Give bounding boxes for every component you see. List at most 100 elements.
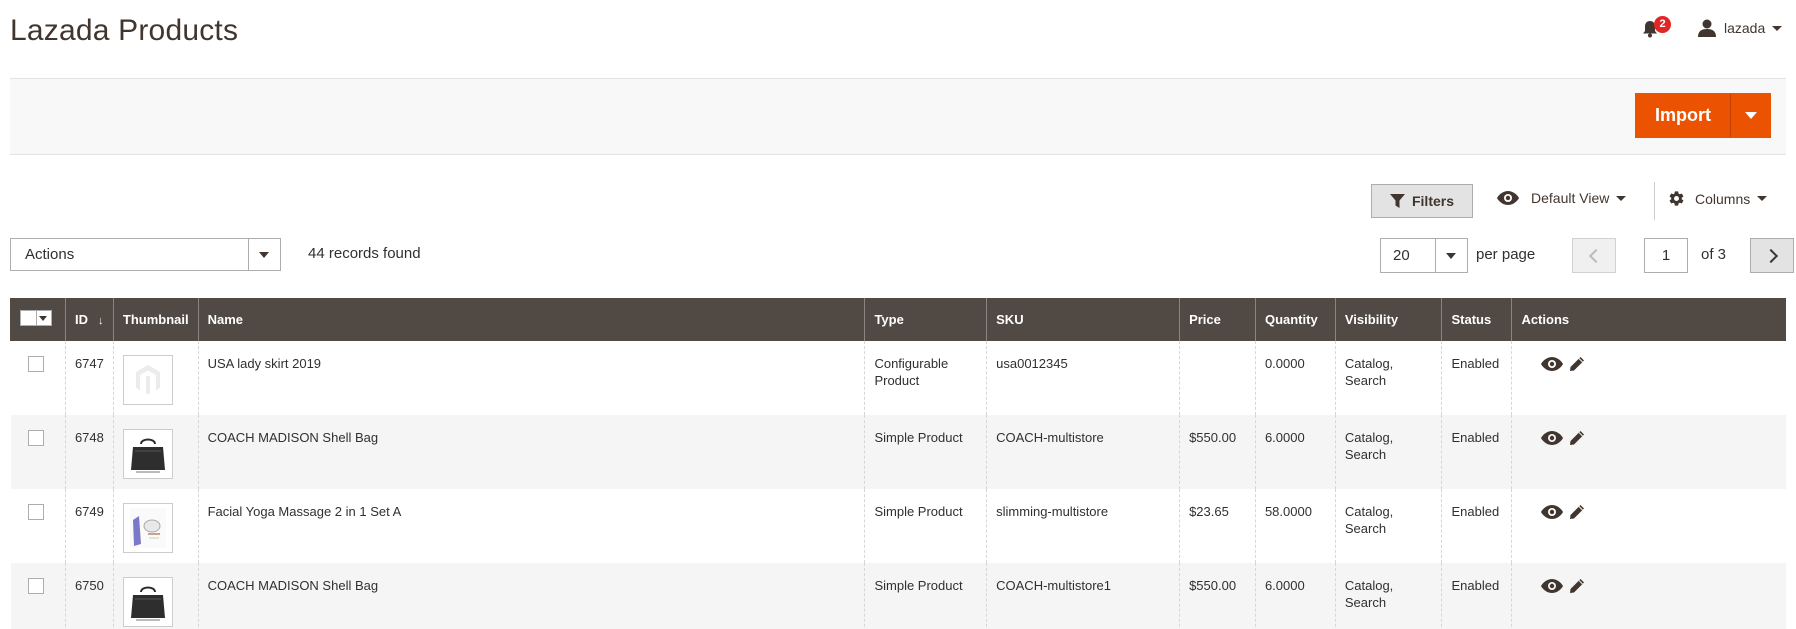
chevron-down-icon[interactable]: [248, 239, 280, 270]
pencil-icon[interactable]: [1569, 578, 1585, 594]
pencil-icon[interactable]: [1569, 430, 1585, 446]
columns-selector[interactable]: Columns: [1668, 190, 1768, 207]
bag-image-icon: [130, 586, 165, 621]
per-page-label: per page: [1476, 246, 1536, 263]
view-selector[interactable]: Default View: [1497, 190, 1627, 206]
column-header-type[interactable]: Type: [864, 298, 987, 341]
import-split-button[interactable]: Import: [1635, 93, 1771, 138]
massage-set-image-icon: [129, 508, 166, 548]
cell-price: $550.00: [1179, 563, 1256, 629]
current-page-input[interactable]: [1644, 238, 1688, 273]
cell-name: COACH MADISON Shell Bag: [197, 415, 865, 489]
row-select-cell: [10, 341, 66, 415]
placeholder-logo-icon: [135, 365, 160, 395]
pencil-icon[interactable]: [1569, 356, 1585, 372]
total-pages: of 3: [1701, 246, 1727, 263]
cell-visibility: Catalog, Search: [1334, 341, 1442, 415]
product-thumbnail[interactable]: [122, 503, 173, 553]
row-select-cell: [10, 489, 66, 563]
eye-icon[interactable]: [1541, 357, 1564, 371]
import-dropdown-toggle[interactable]: [1730, 94, 1770, 137]
grid-actions-toolbar: Actions 44 records found 20 per page of …: [10, 238, 1794, 274]
cell-id: 6749: [64, 489, 114, 563]
column-header-name[interactable]: Name: [197, 298, 865, 341]
table-row[interactable]: 6749 Facial Yoga Massage 2 in 1 Set A Si…: [10, 489, 1786, 563]
user-name: lazada: [1724, 20, 1766, 36]
select-all-checkbox[interactable]: [20, 310, 52, 326]
column-header-actions: Actions: [1511, 298, 1786, 341]
cell-actions: [1511, 341, 1786, 415]
eye-icon[interactable]: [1541, 579, 1564, 593]
cell-sku: slimming-multistore: [986, 489, 1180, 563]
notifications-button[interactable]: 2: [1638, 14, 1671, 44]
chevron-down-icon: [1616, 195, 1627, 201]
columns-label: Columns: [1695, 190, 1751, 207]
cell-name: Facial Yoga Massage 2 in 1 Set A: [197, 489, 865, 563]
cell-id: 6750: [64, 563, 114, 629]
eye-icon: [1497, 191, 1519, 205]
eye-icon[interactable]: [1541, 431, 1564, 445]
row-select-cell: [10, 415, 66, 489]
row-checkbox[interactable]: [27, 356, 44, 372]
column-header-status[interactable]: Status: [1441, 298, 1512, 341]
mass-actions-select[interactable]: Actions: [10, 238, 281, 271]
cell-sku: COACH-multistore1: [986, 563, 1180, 629]
chevron-down-icon[interactable]: [1435, 239, 1467, 272]
chevron-down-icon: [1757, 196, 1768, 201]
row-select-cell: [10, 563, 66, 629]
cell-visibility: Catalog, Search: [1334, 415, 1442, 489]
cell-thumbnail: [112, 489, 199, 563]
column-header-sku[interactable]: SKU: [986, 298, 1180, 341]
row-checkbox[interactable]: [27, 578, 44, 594]
filters-label: Filters: [1411, 193, 1454, 209]
cell-actions: [1511, 489, 1786, 563]
page-title: Lazada Products: [10, 14, 239, 47]
cell-quantity: 0.0000: [1254, 341, 1336, 415]
cell-type: Simple Product: [864, 415, 987, 489]
product-thumbnail[interactable]: [122, 577, 173, 627]
notifications-badge: 2: [1654, 16, 1671, 33]
pencil-icon[interactable]: [1569, 504, 1585, 520]
cell-thumbnail: [112, 341, 199, 415]
next-page-button[interactable]: [1750, 238, 1794, 273]
column-header-price[interactable]: Price: [1179, 298, 1256, 341]
cell-sku: COACH-multistore: [986, 415, 1180, 489]
funnel-icon: [1389, 194, 1405, 208]
cell-quantity: 6.0000: [1254, 415, 1336, 489]
page-actions-bar: Import: [10, 78, 1786, 155]
cell-type: Configurable Product: [864, 341, 987, 415]
previous-page-button[interactable]: [1572, 238, 1616, 273]
user-menu[interactable]: lazada: [1698, 16, 1783, 40]
per-page-select[interactable]: 20: [1380, 238, 1468, 273]
product-thumbnail[interactable]: [122, 429, 173, 479]
cell-name: USA lady skirt 2019: [197, 341, 865, 415]
table-row[interactable]: 6747 USA lady skirt 2019 Configurable Pr…: [10, 341, 1786, 415]
cell-type: Simple Product: [864, 489, 987, 563]
cell-visibility: Catalog, Search: [1334, 563, 1442, 629]
select-all-header[interactable]: [10, 298, 66, 341]
sort-arrow-icon: ↓: [97, 315, 104, 327]
page-header: Lazada Products 2 lazada: [10, 0, 1786, 78]
grid-toolbar: Filters Default View Columns: [10, 182, 1786, 220]
table-row[interactable]: 6748 COACH MADISON Shell Bag Simple Prod…: [10, 415, 1786, 489]
cell-quantity: 58.0000: [1254, 489, 1336, 563]
cell-price: $550.00: [1179, 415, 1256, 489]
column-header-quantity[interactable]: Quantity: [1254, 298, 1336, 341]
column-header-id[interactable]: ID ↓: [64, 298, 114, 341]
product-thumbnail[interactable]: [122, 355, 173, 405]
column-header-visibility[interactable]: Visibility: [1334, 298, 1442, 341]
gear-icon: [1669, 191, 1684, 206]
row-checkbox[interactable]: [27, 430, 44, 446]
column-header-thumbnail: Thumbnail: [112, 298, 199, 341]
table-row[interactable]: 6750 COACH MADISON Shell Bag Simple Prod…: [10, 563, 1786, 629]
cell-thumbnail: [112, 563, 199, 629]
cell-quantity: 6.0000: [1254, 563, 1336, 629]
cell-price: [1179, 341, 1256, 415]
import-button[interactable]: Import: [1636, 94, 1730, 137]
eye-icon[interactable]: [1541, 505, 1564, 519]
cell-type: Simple Product: [864, 563, 987, 629]
filters-button[interactable]: Filters: [1371, 184, 1473, 218]
chevron-down-icon: [1772, 25, 1783, 31]
toolbar-divider: [1654, 182, 1655, 220]
row-checkbox[interactable]: [27, 504, 44, 520]
